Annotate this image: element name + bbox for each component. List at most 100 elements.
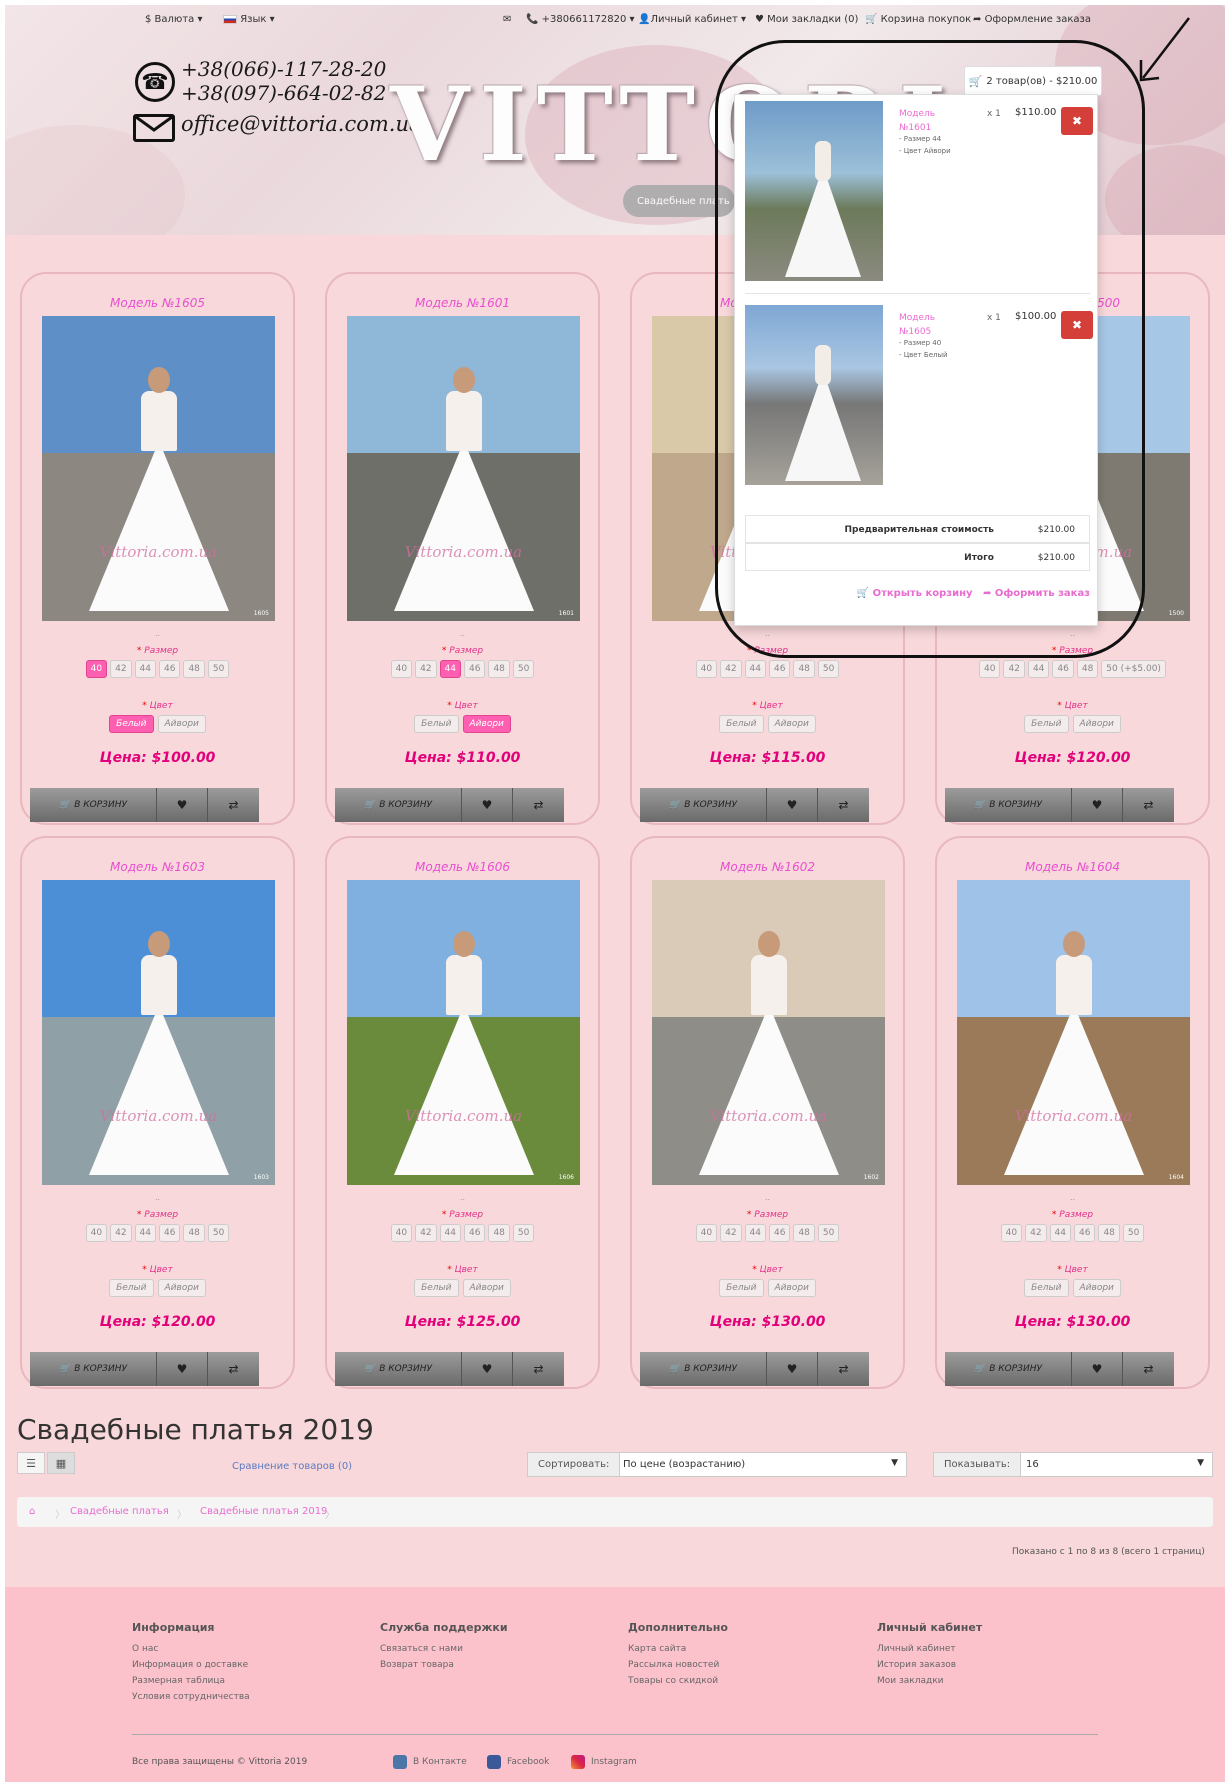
- add-to-cart-button[interactable]: 🛒 В КОРЗИНУ: [640, 1352, 767, 1386]
- product-title[interactable]: Модель №1603: [22, 860, 293, 874]
- color-option[interactable]: Белый: [109, 715, 154, 733]
- size-option[interactable]: 44: [439, 660, 461, 678]
- size-option[interactable]: 50: [817, 1224, 840, 1242]
- size-option[interactable]: 46: [464, 1224, 486, 1242]
- limit-select[interactable]: Показывать: 16 ▼: [933, 1452, 1213, 1477]
- header-cart-button[interactable]: 🛒 2 товар(ов) - $210.00: [964, 66, 1102, 96]
- size-option[interactable]: 50: [512, 1224, 535, 1242]
- compare-link[interactable]: Сравнение товаров (0): [232, 1461, 352, 1472]
- add-to-cart-button[interactable]: 🛒 В КОРЗИНУ: [30, 788, 157, 822]
- color-option[interactable]: Белый: [719, 715, 764, 733]
- footer-link[interactable]: Товары со скидкой: [628, 1676, 728, 1686]
- size-option[interactable]: 44: [1049, 1224, 1071, 1242]
- product-image[interactable]: Vittoria.com.ua 1601: [347, 316, 580, 621]
- size-option[interactable]: 50: [207, 1224, 230, 1242]
- compare-button[interactable]: ⇄: [208, 1352, 259, 1386]
- footer-link[interactable]: Размерная таблица: [132, 1676, 250, 1686]
- size-option[interactable]: 44: [1027, 660, 1050, 678]
- size-option[interactable]: 44: [439, 1224, 461, 1242]
- add-to-cart-button[interactable]: 🛒 В КОРЗИНУ: [945, 1352, 1072, 1386]
- size-option[interactable]: 42: [1025, 1224, 1047, 1242]
- size-option[interactable]: 44: [134, 660, 156, 678]
- product-title[interactable]: Модель №1605: [22, 296, 293, 310]
- color-option[interactable]: Белый: [414, 715, 459, 733]
- color-option[interactable]: Айвори: [462, 715, 511, 733]
- color-option[interactable]: Айвори: [767, 1279, 816, 1297]
- wishlist-button[interactable]: ♥: [767, 788, 818, 822]
- color-option[interactable]: Айвори: [157, 1279, 206, 1297]
- phone-dropdown[interactable]: 📞 +380661172820 ▾: [526, 14, 635, 25]
- color-option[interactable]: Айвори: [462, 1279, 511, 1297]
- add-to-cart-button[interactable]: 🛒 В КОРЗИНУ: [335, 1352, 462, 1386]
- product-image[interactable]: Vittoria.com.ua 1604: [957, 880, 1190, 1185]
- size-option[interactable]: 46: [1052, 660, 1074, 678]
- account-dropdown[interactable]: 👤Личный кабинет ▾: [638, 14, 746, 25]
- cart-item-name[interactable]: Модель №1601: [899, 107, 959, 135]
- footer-link[interactable]: Личный кабинет: [877, 1644, 982, 1654]
- currency-dropdown[interactable]: $ Валюта ▾: [145, 14, 203, 25]
- breadcrumb-link[interactable]: Свадебные платья: [70, 1506, 169, 1517]
- color-option[interactable]: Белый: [109, 1279, 154, 1297]
- size-option[interactable]: 46: [769, 660, 791, 678]
- wishlist-button[interactable]: ♥: [462, 1352, 513, 1386]
- compare-button[interactable]: ⇄: [818, 1352, 869, 1386]
- checkout-link[interactable]: ➦ Оформление заказа: [973, 14, 1091, 25]
- color-option[interactable]: Айвори: [157, 715, 206, 733]
- size-option[interactable]: 46: [1074, 1224, 1096, 1242]
- checkout-order-link[interactable]: ➦ Оформить заказ: [983, 588, 1090, 599]
- color-option[interactable]: Белый: [1024, 715, 1069, 733]
- size-option[interactable]: 44: [744, 1224, 766, 1242]
- add-to-cart-button[interactable]: 🛒 В КОРЗИНУ: [335, 788, 462, 822]
- footer-link[interactable]: Мои закладки: [877, 1676, 982, 1686]
- color-option[interactable]: Айвори: [767, 715, 816, 733]
- product-title[interactable]: Модель №1606: [327, 860, 598, 874]
- size-option[interactable]: 44: [744, 660, 766, 678]
- instagram-link[interactable]: Instagram: [571, 1755, 637, 1769]
- remove-item-button[interactable]: ✖: [1061, 311, 1093, 339]
- size-option[interactable]: 40: [390, 660, 413, 678]
- size-option[interactable]: 50: [512, 660, 535, 678]
- language-dropdown[interactable]: Язык ▾: [223, 14, 275, 25]
- open-cart-link[interactable]: 🛒 Открыть корзину: [857, 588, 973, 599]
- size-option[interactable]: 46: [159, 660, 181, 678]
- size-option[interactable]: 46: [464, 660, 486, 678]
- size-option[interactable]: 48: [1076, 660, 1099, 678]
- footer-link[interactable]: Карта сайта: [628, 1644, 728, 1654]
- color-option[interactable]: Белый: [1024, 1279, 1069, 1297]
- cart-item-name[interactable]: Модель №1605: [899, 311, 959, 339]
- size-option[interactable]: 42: [1003, 660, 1025, 678]
- size-option[interactable]: 42: [720, 1224, 742, 1242]
- wishlist-button[interactable]: ♥: [462, 788, 513, 822]
- sort-select[interactable]: Сортировать: По цене (возрастанию) ▼: [527, 1452, 907, 1477]
- add-to-cart-button[interactable]: 🛒 В КОРЗИНУ: [30, 1352, 157, 1386]
- header-email[interactable]: office@vittoria.com.ua: [181, 112, 422, 136]
- footer-link[interactable]: Информация о доставке: [132, 1660, 250, 1670]
- home-icon[interactable]: ⌂: [29, 1506, 35, 1517]
- compare-button[interactable]: ⇄: [1123, 788, 1174, 822]
- color-option[interactable]: Белый: [719, 1279, 764, 1297]
- footer-link[interactable]: О нас: [132, 1644, 250, 1654]
- remove-item-button[interactable]: ✖: [1061, 107, 1093, 135]
- color-option[interactable]: Айвори: [1072, 715, 1121, 733]
- product-title[interactable]: Модель №1602: [632, 860, 903, 874]
- size-option[interactable]: 40: [390, 1224, 413, 1242]
- size-option[interactable]: 48: [488, 1224, 510, 1242]
- size-option[interactable]: 44: [134, 1224, 156, 1242]
- footer-link[interactable]: Связаться с нами: [380, 1644, 508, 1654]
- menu-item-wedding-dresses[interactable]: Свадебные плать: [623, 185, 735, 217]
- facebook-link[interactable]: Facebook: [487, 1755, 549, 1769]
- cart-item-thumbnail[interactable]: [745, 305, 883, 485]
- wishlist-button[interactable]: ♥: [1072, 788, 1123, 822]
- wishlist-button[interactable]: ♥: [157, 1352, 208, 1386]
- breadcrumb-link[interactable]: Свадебные платья 2019: [200, 1506, 327, 1517]
- size-option[interactable]: 50: [817, 660, 840, 678]
- size-option[interactable]: 40: [85, 660, 108, 678]
- color-option[interactable]: Белый: [414, 1279, 459, 1297]
- size-option[interactable]: 42: [415, 660, 437, 678]
- envelope-icon[interactable]: ✉: [503, 14, 511, 25]
- size-option[interactable]: 40: [85, 1224, 108, 1242]
- footer-link[interactable]: История заказов: [877, 1660, 982, 1670]
- size-option[interactable]: 50: [1122, 1224, 1145, 1242]
- wishlist-button[interactable]: ♥: [1072, 1352, 1123, 1386]
- size-option[interactable]: 48: [793, 1224, 815, 1242]
